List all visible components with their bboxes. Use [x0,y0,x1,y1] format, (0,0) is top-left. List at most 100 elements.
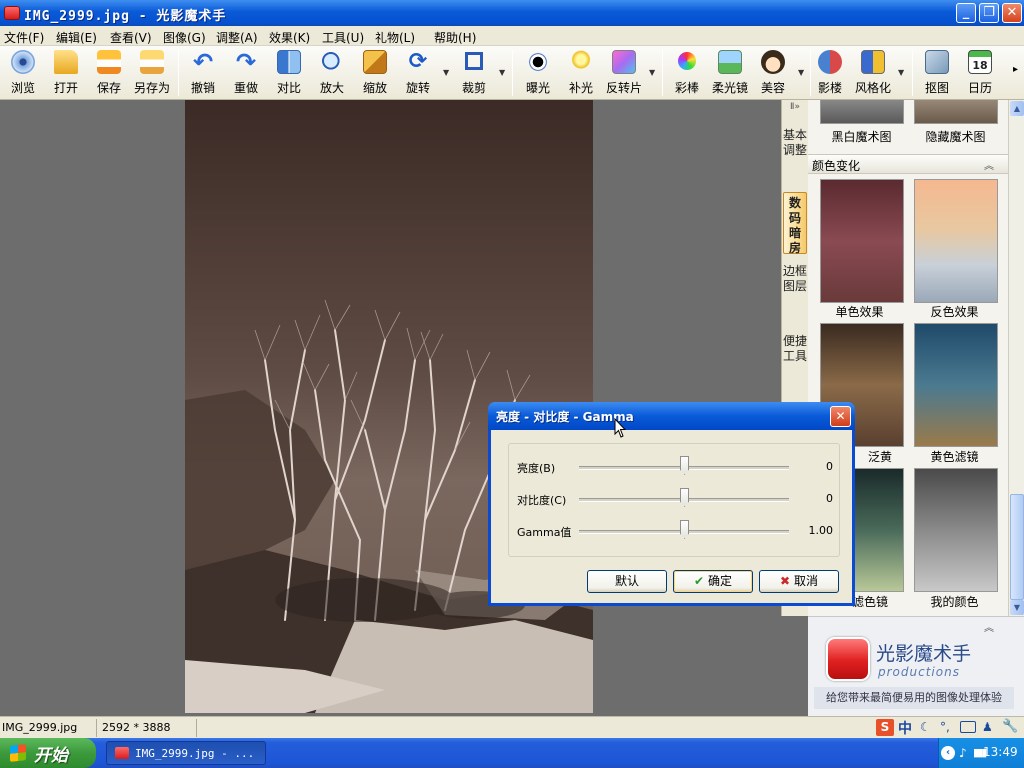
ok-button-label: 确定 [707,574,732,588]
effect-thumb-hidden-magic[interactable] [914,100,998,124]
wrench-icon[interactable]: 🔧 [1002,719,1018,734]
gamma-value: 1.00 [808,524,834,537]
contrast-value: 0 [826,492,833,505]
promo-collapse-icon[interactable]: ︽ [984,619,994,634]
calendar-icon: 18 [968,50,992,74]
crop-label: 裁剪 [461,81,486,95]
save-as-icon [140,50,164,74]
app-icon [4,6,20,20]
scroll-down-icon[interactable]: ▼ [1010,600,1024,615]
tray-expand-icon[interactable]: ‹ [941,746,955,760]
app-task-icon [115,747,129,759]
brightness-contrast-gamma-dialog: 亮度 - 对比度 - Gamma ✕ 亮度(B) 0 对比度(C) 0 Gamm… [488,402,855,606]
studio-icon [818,50,842,74]
default-button[interactable]: 默认 [587,570,667,593]
menu-file[interactable]: 文件(F) [4,29,44,46]
speaker-icon[interactable]: ♪ [959,746,967,760]
contrast-label: 对比度(C) [517,494,567,507]
menu-adjust[interactable]: 调整(A) [216,29,258,46]
effect-thumb-bw-magic[interactable] [820,100,904,124]
system-tray: ‹ ♪ ▮▮▮ 13:49 [938,738,1024,768]
soft-focus-icon [718,50,742,74]
keyboard-icon[interactable] [960,721,976,733]
effect-thumb-invert[interactable] [914,179,998,303]
collapse-panel-icon[interactable]: Ⅱ» [784,102,806,116]
effect-label: 黄色滤镜 [930,450,979,464]
windows-logo-icon [10,744,26,762]
scroll-up-icon[interactable]: ▲ [1010,101,1024,116]
menu-tools[interactable]: 工具(U) [322,29,364,46]
menu-view[interactable]: 查看(V) [110,29,152,46]
cancel-button-label: 取消 [793,574,818,588]
taskbar: 开始 IMG_2999.jpg - ... ‹ ♪ ▮▮▮ 13:49 [0,738,1024,768]
start-button[interactable]: 开始 [0,738,96,768]
toolbar-overflow-icon[interactable]: ▸ [1013,64,1018,75]
minimize-button[interactable]: _ [956,3,976,23]
brand-name: 光影魔术手 [876,643,972,665]
brightness-slider-knob[interactable] [680,456,689,475]
dialog-title-bar[interactable]: 亮度 - 对比度 - Gamma ✕ [488,402,855,430]
crop-button[interactable]: 裁剪 [449,48,499,98]
reversal-film-button[interactable]: 反转片 [599,48,649,98]
clock[interactable]: 13:49 [983,745,1018,759]
brightness-slider[interactable] [579,456,789,475]
gamma-slider[interactable] [579,520,789,539]
redo-icon: ↷ [235,48,257,76]
user-icon[interactable]: ♟ [982,720,993,734]
effect-thumb-my-color[interactable] [914,468,998,592]
beauty-dropdown-icon[interactable]: ▼ [798,68,804,77]
slider-group: 亮度(B) 0 对比度(C) 0 Gamma值 1.00 [508,443,840,557]
section-header-color-change[interactable]: 颜色变化 ︽ [808,154,1008,174]
effect-label: 隐藏魔术图 [925,130,986,144]
moon-icon[interactable]: ☾ [920,720,931,734]
ok-button[interactable]: ✔ 确定 [673,570,753,593]
reversal-film-dropdown-icon[interactable]: ▼ [649,68,655,77]
stylize-dropdown-icon[interactable]: ▼ [898,68,904,77]
menu-image[interactable]: 图像(G) [163,29,206,46]
save-icon [97,50,121,74]
effect-thumb-mono[interactable] [820,179,904,303]
tab-border-layer[interactable]: 边框图层 [783,264,807,320]
menu-edit[interactable]: 编辑(E) [56,29,97,46]
beauty-button[interactable]: 美容 [748,48,798,98]
status-divider [196,719,197,737]
tab-digital-darkroom[interactable]: 数码暗房 [783,192,807,255]
section-collapse-icon[interactable]: ︽ [984,157,994,172]
stylize-button[interactable]: 风格化 [848,48,898,98]
calendar-button[interactable]: 18 日历 [955,48,1005,98]
window-title: IMG_2999.jpg - 光影魔术手 [24,9,227,24]
ime-mode-indicator[interactable]: 中 [898,718,912,738]
compare-icon [277,50,301,74]
tab-basic-adjust[interactable]: 基本调整 [783,128,807,184]
tab-quick-tools[interactable]: 便捷工具 [783,334,807,390]
contrast-slider-knob[interactable] [680,488,689,507]
close-button[interactable]: ✕ [1002,3,1022,23]
cross-icon: ✖ [780,574,791,588]
brightness-label: 亮度(B) [517,462,556,475]
contrast-slider[interactable] [579,488,789,507]
scroll-thumb[interactable] [1010,494,1024,600]
sogou-ime-icon[interactable]: S [876,719,894,736]
taskbar-item-label: IMG_2999.jpg - ... [135,747,255,760]
promo-banner[interactable]: ︽ 光影魔术手 productions 给您带来最简便易用的图像处理体验 [808,616,1024,716]
gamma-row: Gamma值 1.00 [509,520,841,544]
punctuation-icon[interactable]: °, [940,720,950,734]
gamma-slider-knob[interactable] [680,520,689,539]
panel-scrollbar[interactable]: ▲ ▼ [1008,100,1024,616]
cancel-button[interactable]: ✖ 取消 [759,570,839,593]
menu-gifts[interactable]: 礼物(L) [375,29,415,46]
effect-thumb-yellow-filter[interactable] [914,323,998,447]
zoom-in-icon [320,50,344,74]
crop-dropdown-icon[interactable]: ▼ [499,68,505,77]
dialog-close-button[interactable]: ✕ [830,406,851,427]
promo-tagline: 给您带来最简便易用的图像处理体验 [814,687,1014,709]
taskbar-app-item[interactable]: IMG_2999.jpg - ... [106,741,266,765]
rotate-button[interactable]: ⟳ 旋转 [393,48,443,98]
cutout-icon [925,50,949,74]
restore-button[interactable]: ❐ [979,3,999,23]
stylize-label: 风格化 [854,81,891,95]
menu-help[interactable]: 帮助(H) [434,29,476,46]
menu-effects[interactable]: 效果(K) [269,29,310,46]
reversal-film-label: 反转片 [605,81,642,95]
title-bar[interactable]: IMG_2999.jpg - 光影魔术手 _ ❐ ✕ [0,0,1024,26]
